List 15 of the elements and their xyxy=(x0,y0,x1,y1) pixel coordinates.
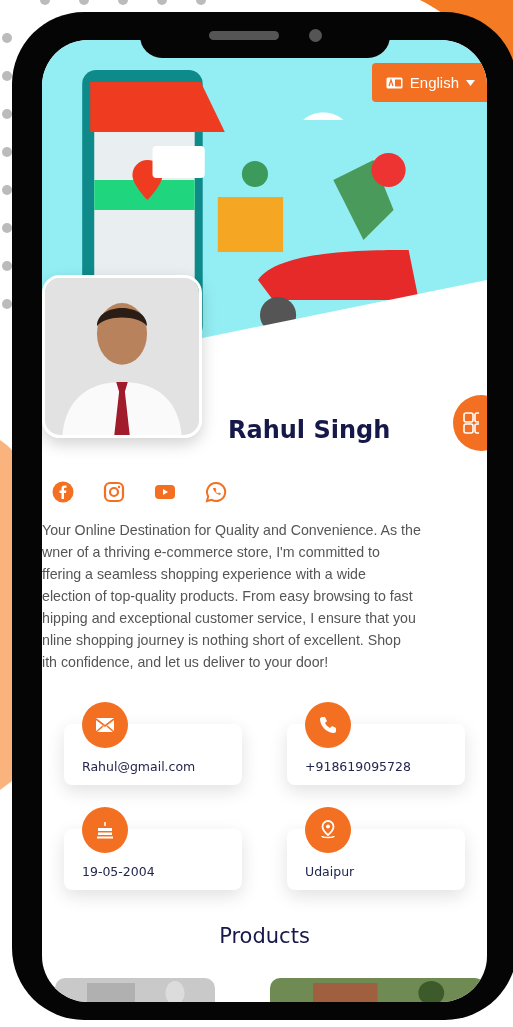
instagram-icon xyxy=(103,481,125,503)
location-pin-icon xyxy=(318,819,338,841)
facebook-icon xyxy=(52,481,74,503)
bio-paragraph: Your Online Destination for Quality and Convenience. As the wner of a thriving e-commerce store, I'm committed to ffering a seamless shopping experience with a wide election of top-quality products. From easy browsing to fast hipping and exceptional customer service, I ensure that you nline shopping journey is nothing short of excellent. Shop ith confidence, and let us deliver to your door! xyxy=(42,521,422,672)
profile-name: Rahul Singh xyxy=(228,416,391,444)
phone-icon xyxy=(318,715,338,735)
whatsapp-icon xyxy=(205,481,227,503)
contact-value: +918619095728 xyxy=(305,759,411,774)
contact-value: Rahul@gmail.com xyxy=(82,759,196,774)
contact-value: Udaipur xyxy=(305,864,355,879)
contact-value: 19-05-2004 xyxy=(82,864,155,879)
grid-icon xyxy=(463,412,479,434)
cake-icon xyxy=(95,820,115,840)
section-heading: Products xyxy=(218,924,311,948)
envelope-icon xyxy=(95,717,115,733)
